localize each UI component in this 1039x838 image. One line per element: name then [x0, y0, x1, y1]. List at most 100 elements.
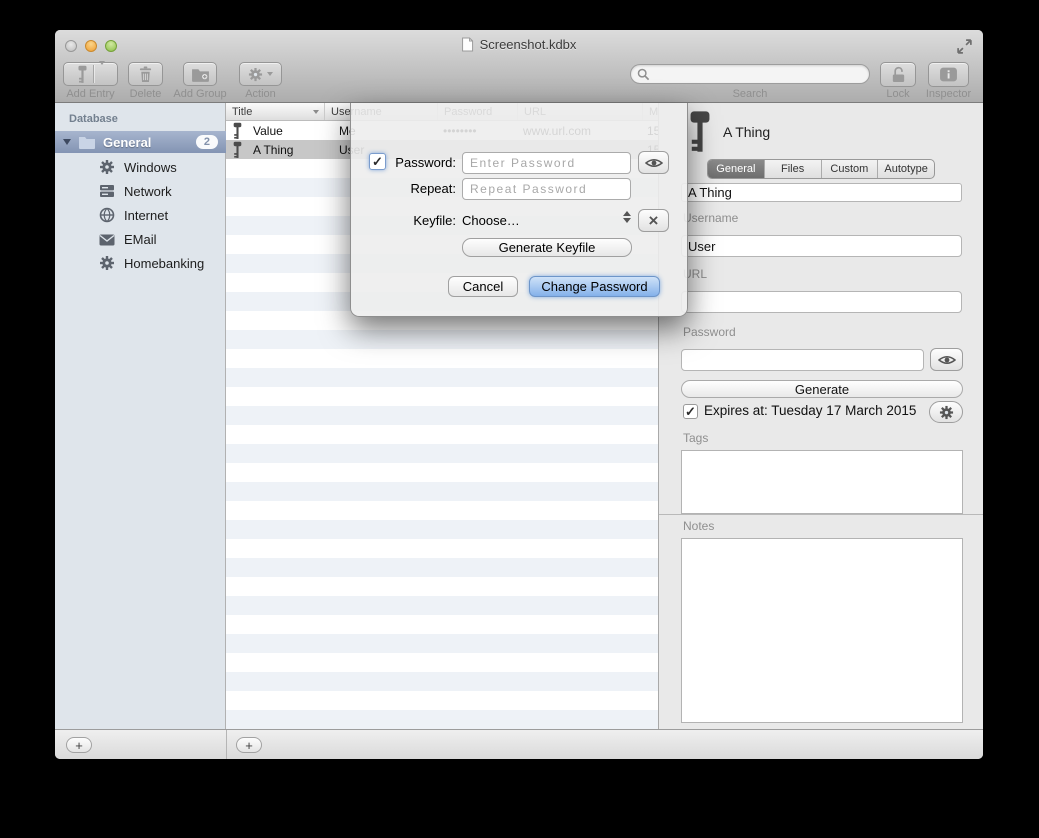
eye-icon [645, 157, 663, 169]
table-stripe [226, 596, 658, 615]
cancel-button[interactable]: Cancel [448, 276, 518, 297]
search-icon [637, 68, 650, 81]
key-icon [688, 109, 712, 155]
lock-button[interactable] [880, 62, 916, 87]
disclosure-triangle-icon[interactable] [63, 139, 71, 145]
table-stripe [226, 558, 658, 577]
table-stripe [226, 501, 658, 520]
minimize-button[interactable] [85, 40, 97, 52]
sidebar: Database General 2 Windows Network Inter… [55, 103, 226, 729]
table-stripe [226, 330, 658, 349]
table-stripe [226, 463, 658, 482]
username-field[interactable] [681, 235, 962, 257]
reveal-password-button[interactable] [930, 348, 963, 371]
table-stripe [226, 368, 658, 387]
app-window: Screenshot.kdbx [55, 30, 983, 759]
column-header-title[interactable]: Title [226, 103, 325, 120]
add-group-footer-button[interactable]: + [66, 737, 92, 753]
eye-icon [938, 354, 956, 366]
username-label: Username [683, 211, 738, 225]
generate-password-button[interactable]: Generate [681, 380, 963, 398]
table-stripe [226, 444, 658, 463]
generate-keyfile-button[interactable]: Generate Keyfile [462, 238, 632, 257]
enter-password-input[interactable] [462, 152, 631, 174]
trash-icon [138, 66, 153, 83]
tab-general[interactable]: General [708, 160, 765, 178]
group-label: General [103, 135, 151, 150]
key-icon [77, 65, 88, 84]
search-field[interactable] [630, 64, 870, 84]
url-field[interactable] [681, 291, 962, 313]
add-entry-footer-button[interactable]: + [236, 737, 262, 753]
open-padlock-icon [890, 66, 907, 83]
sidebar-item-email[interactable]: EMail [55, 227, 226, 251]
add-group-button[interactable] [183, 62, 217, 86]
expires-options-button[interactable] [929, 401, 963, 423]
tab-custom[interactable]: Custom [822, 160, 879, 178]
clear-keyfile-button[interactable]: × [638, 209, 669, 232]
table-stripe [226, 539, 658, 558]
tags-label: Tags [683, 431, 708, 445]
folder-plus-icon [191, 67, 210, 82]
close-button[interactable] [65, 40, 77, 52]
table-stripe [226, 672, 658, 691]
check-icon: ✓ [372, 155, 383, 168]
inspector-button[interactable] [928, 62, 969, 87]
delete-button[interactable] [128, 62, 163, 86]
repeat-password-input[interactable] [462, 178, 631, 200]
change-password-button[interactable]: Change Password [529, 276, 660, 297]
enable-password-checkbox[interactable]: ✓ [369, 153, 386, 170]
plus-icon: + [245, 739, 253, 752]
plus-icon: + [75, 739, 83, 752]
chevron-down-icon [99, 61, 105, 82]
keyfile-popup[interactable]: Choose… [462, 210, 637, 230]
password-label: Password [683, 325, 736, 339]
sidebar-item-internet[interactable]: Internet [55, 203, 226, 227]
tab-files[interactable]: Files [765, 160, 822, 178]
titlebar-toolbar: Screenshot.kdbx [55, 30, 983, 103]
password-field[interactable] [681, 349, 924, 371]
chevron-down-icon [267, 72, 273, 76]
sidebar-item-windows[interactable]: Windows [55, 155, 226, 179]
tab-autotype[interactable]: Autotype [878, 160, 934, 178]
sidebar-item-network[interactable]: Network [55, 179, 226, 203]
keyfile-value: Choose… [462, 213, 520, 228]
gear-icon [248, 67, 263, 82]
table-stripe [226, 387, 658, 406]
action-label: Action [239, 88, 282, 100]
footer-divider [226, 730, 227, 759]
sidebar-item-homebanking[interactable]: Homebanking [55, 251, 226, 275]
inspector-label: Inspector [923, 88, 974, 100]
table-stripe [226, 520, 658, 539]
table-stripe [226, 349, 658, 368]
window-title: Screenshot.kdbx [480, 37, 577, 52]
document-icon [462, 37, 474, 52]
search-input[interactable] [650, 66, 869, 82]
popup-stepper-icon[interactable] [623, 211, 631, 223]
delete-label: Delete [128, 88, 163, 100]
zoom-button[interactable] [105, 40, 117, 52]
sidebar-item-label: Network [124, 184, 172, 199]
fullscreen-icon[interactable] [956, 38, 973, 55]
cell-title: Value [253, 124, 283, 138]
key-icon [232, 122, 243, 140]
sidebar-item-label: EMail [124, 232, 157, 247]
action-button[interactable] [239, 62, 282, 86]
table-stripe [226, 691, 658, 710]
reveal-password-button[interactable] [638, 151, 669, 174]
expires-checkbox[interactable]: ✓ [683, 404, 698, 419]
table-stripe [226, 406, 658, 425]
group-badge: 2 [196, 135, 218, 149]
sidebar-group-general[interactable]: General 2 [55, 131, 226, 153]
tags-box[interactable] [681, 450, 963, 514]
notes-box[interactable] [681, 538, 963, 723]
change-password-dialog: ✓ Password: Repeat: Keyfile: Choose… × G… [350, 103, 688, 317]
gear-icon [99, 159, 115, 175]
add-entry-button[interactable] [63, 62, 118, 86]
info-icon [939, 67, 958, 82]
close-icon: × [649, 211, 659, 231]
lock-label: Lock [880, 88, 916, 100]
title-field[interactable] [681, 183, 962, 202]
sidebar-item-label: Homebanking [124, 256, 204, 271]
table-stripe [226, 482, 658, 501]
